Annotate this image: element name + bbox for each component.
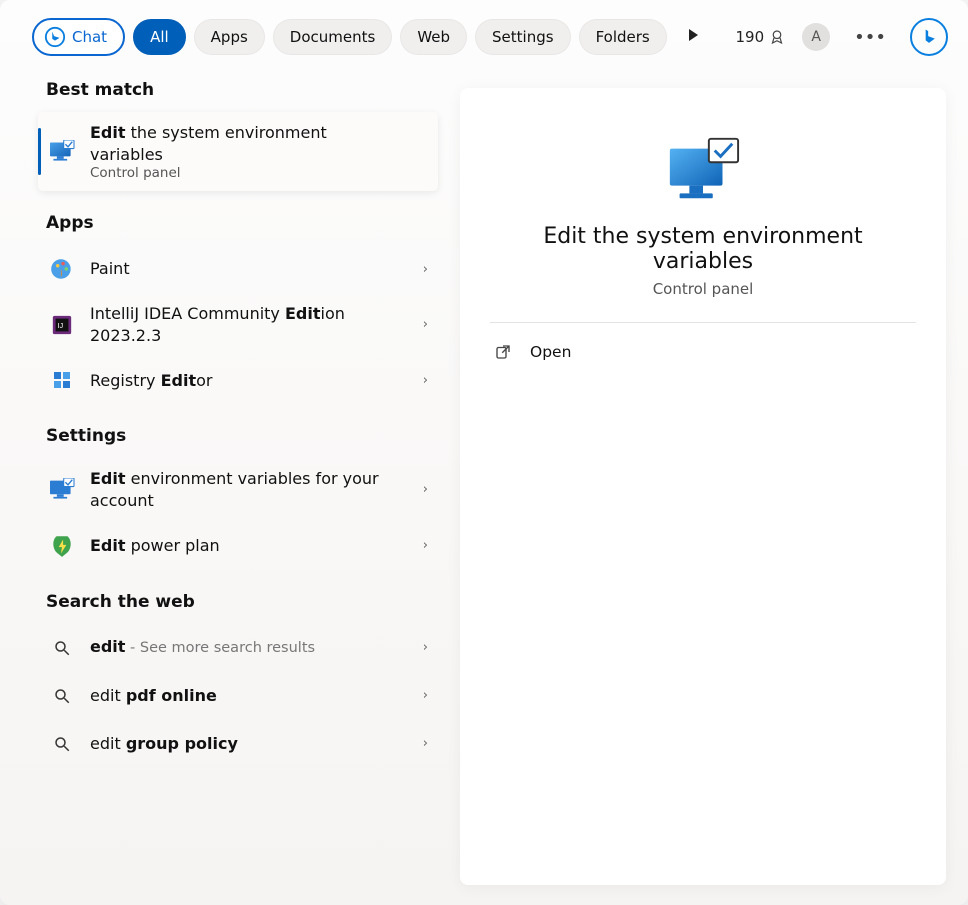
web-edit-title: edit - See more search results <box>90 636 315 659</box>
section-heading-settings: Settings <box>46 426 438 446</box>
chevron-right-icon: › <box>423 538 428 553</box>
intellij-icon: IJ <box>48 311 76 339</box>
app-item-regedit[interactable]: Registry Editor › <box>38 356 438 404</box>
avatar-initial: A <box>811 29 821 45</box>
web-item-group-policy[interactable]: edit group policy › <box>38 720 438 768</box>
section-heading-best-match: Best match <box>46 80 438 100</box>
tab-all[interactable]: All <box>133 19 186 55</box>
system-settings-large-icon <box>664 136 742 206</box>
detail-pane: Edit the system environment variables Co… <box>450 70 968 905</box>
search-window: Chat All Apps Documents Web Settings Fol… <box>0 0 968 905</box>
tab-apps[interactable]: Apps <box>194 19 265 55</box>
chevron-right-icon: › <box>423 688 428 703</box>
web-gp-title: edit group policy <box>90 733 238 755</box>
tabs-overflow-button[interactable] <box>679 24 707 50</box>
web-item-edit[interactable]: edit - See more search results › <box>38 624 438 672</box>
open-external-icon <box>494 343 512 361</box>
web-pdf-title: edit pdf online <box>90 685 217 707</box>
system-settings-icon <box>48 138 76 166</box>
search-icon <box>48 682 76 710</box>
settings-power-title: Edit power plan <box>90 535 220 557</box>
rewards-value: 190 <box>736 28 765 46</box>
search-icon <box>48 634 76 662</box>
user-avatar[interactable]: A <box>802 23 830 51</box>
app-item-intellij[interactable]: IJ IntelliJ IDEA Community Edition 2023.… <box>38 293 438 356</box>
tab-settings[interactable]: Settings <box>475 19 571 55</box>
app-regedit-title: Registry Editor <box>90 370 212 392</box>
bing-icon <box>919 27 939 47</box>
chevron-right-icon: › <box>423 482 428 497</box>
chevron-right-icon: › <box>423 736 428 751</box>
section-heading-web: Search the web <box>46 592 438 612</box>
best-match-subtitle: Control panel <box>90 165 390 181</box>
settings-item-power-plan[interactable]: Edit power plan › <box>38 522 438 570</box>
system-settings-icon <box>48 476 76 504</box>
rewards-points[interactable]: 190 <box>736 28 787 46</box>
ellipsis-icon: ••• <box>854 27 886 48</box>
chevron-right-icon: › <box>423 317 428 332</box>
web-item-pdf[interactable]: edit pdf online › <box>38 672 438 720</box>
detail-title: Edit the system environment variables <box>490 224 916 274</box>
detail-subtitle: Control panel <box>653 280 754 298</box>
chevron-right-icon: › <box>423 640 428 655</box>
bing-launch-button[interactable] <box>910 18 948 56</box>
settings-item-env-user[interactable]: Edit environment variables for your acco… <box>38 458 438 521</box>
section-heading-apps: Apps <box>46 213 438 233</box>
divider <box>490 322 916 323</box>
svg-text:IJ: IJ <box>57 321 63 330</box>
app-intellij-title: IntelliJ IDEA Community Edition 2023.2.3 <box>90 303 390 346</box>
play-arrow-icon <box>687 28 699 42</box>
chat-label: Chat <box>72 28 107 46</box>
paint-icon <box>48 255 76 283</box>
tab-documents[interactable]: Documents <box>273 19 393 55</box>
chevron-right-icon: › <box>423 262 428 277</box>
app-paint-title: Paint <box>90 258 130 280</box>
best-match-item[interactable]: Edit the system environment variables Co… <box>38 112 438 191</box>
content-area: Best match Edit the system en <box>0 70 968 905</box>
app-item-paint[interactable]: Paint › <box>38 245 438 293</box>
medal-icon <box>768 28 786 46</box>
tab-folders[interactable]: Folders <box>579 19 667 55</box>
open-label: Open <box>530 343 571 361</box>
power-plan-icon <box>48 532 76 560</box>
more-options-button[interactable]: ••• <box>846 23 894 52</box>
settings-env-user-title: Edit environment variables for your acco… <box>90 468 390 511</box>
best-match-title: Edit the system environment variables <box>90 122 390 165</box>
top-tab-bar: Chat All Apps Documents Web Settings Fol… <box>0 0 968 70</box>
registry-editor-icon <box>48 366 76 394</box>
search-icon <box>48 730 76 758</box>
detail-card: Edit the system environment variables Co… <box>460 88 946 885</box>
chat-button[interactable]: Chat <box>32 18 125 56</box>
bing-chat-icon <box>44 26 66 48</box>
chevron-right-icon: › <box>423 373 428 388</box>
tab-web[interactable]: Web <box>400 19 467 55</box>
results-list: Best match Edit the system en <box>0 70 450 905</box>
open-action[interactable]: Open <box>490 331 916 373</box>
